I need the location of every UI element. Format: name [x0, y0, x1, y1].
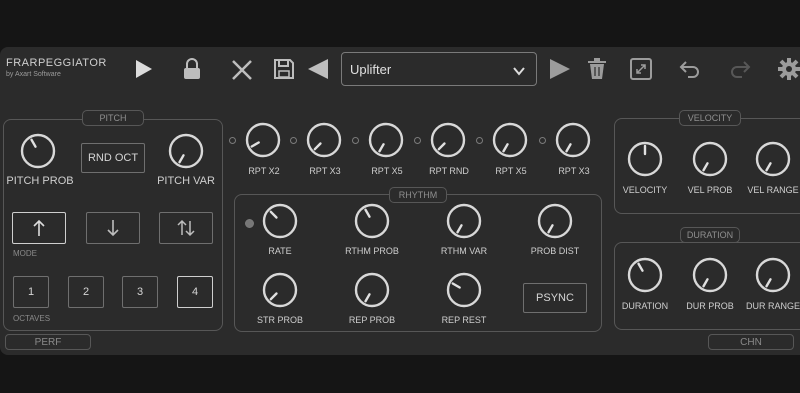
prob-dist-knob[interactable] [537, 203, 573, 244]
next-preset-icon[interactable] [547, 56, 573, 82]
rpt-x2-indicator [229, 137, 236, 144]
octave-1-button[interactable]: 1 [13, 276, 49, 308]
velocity-label: VELOCITY [622, 185, 668, 195]
rpt-x5b-label: RPT X5 [495, 166, 527, 176]
rhythm-title: RHYTHM [389, 187, 447, 203]
rep-rest-knob[interactable] [446, 272, 482, 313]
rthm-prob-label: RTHM PROB [345, 246, 399, 256]
arrow-down-icon [107, 220, 119, 237]
rate-knob[interactable] [262, 203, 298, 244]
rate-indicator [245, 219, 254, 228]
perf-tab[interactable]: PERF [5, 334, 91, 350]
octave-4-button[interactable]: 4 [177, 276, 213, 308]
preset-select[interactable]: Uplifter [341, 52, 537, 86]
rthm-prob-knob[interactable] [354, 203, 390, 244]
mode-down-button[interactable] [86, 212, 140, 244]
psync-button[interactable]: PSYNC [523, 283, 587, 313]
resize-icon[interactable] [628, 56, 654, 82]
lock-icon[interactable] [179, 56, 205, 82]
arrow-updown-icon [177, 219, 195, 237]
arrow-up-icon [33, 219, 45, 236]
rthm-var-label: RTHM VAR [440, 246, 488, 256]
vel-range-label: VEL RANGE [747, 185, 799, 195]
chevron-down-icon [512, 63, 526, 81]
brand: FRARPEGGIATOR by Axart Software [6, 57, 107, 78]
mode-updown-button[interactable] [159, 212, 213, 244]
rpt-x2-knob[interactable] [245, 122, 281, 163]
chn-tab[interactable]: CHN [708, 334, 794, 350]
str-prob-knob[interactable] [262, 272, 298, 313]
mode-up-button[interactable] [12, 212, 66, 244]
rep-rest-label: REP REST [441, 315, 487, 325]
plugin-panel: FRARPEGGIATOR by Axart Software Uplifter [0, 47, 800, 355]
rpt-rnd-indicator [414, 137, 421, 144]
rpt-x3-label: RPT X3 [309, 166, 341, 176]
duration-label: DURATION [621, 301, 669, 311]
vel-range-knob[interactable] [755, 141, 791, 182]
close-icon[interactable] [229, 57, 255, 83]
octave-2-button[interactable]: 2 [68, 276, 104, 308]
velocity-knob[interactable] [627, 141, 663, 182]
rpt-x3-knob[interactable] [306, 122, 342, 163]
prev-preset-icon[interactable] [305, 56, 331, 82]
dur-prob-label: DUR PROB [686, 301, 734, 311]
duration-knob[interactable] [627, 257, 663, 298]
undo-icon[interactable] [677, 56, 703, 82]
mode-label: MODE [13, 249, 37, 258]
octave-3-button[interactable]: 3 [122, 276, 158, 308]
app-title: FRARPEGGIATOR [6, 57, 107, 69]
pitch-prob-knob[interactable] [20, 133, 56, 174]
play-icon[interactable] [130, 56, 156, 82]
rpt-x3b-label: RPT X3 [558, 166, 590, 176]
vel-prob-knob[interactable] [692, 141, 728, 182]
rpt-x2-label: RPT X2 [248, 166, 280, 176]
gear-icon[interactable] [776, 56, 800, 82]
velocity-title: VELOCITY [679, 110, 741, 126]
redo-icon[interactable] [727, 56, 753, 82]
pitch-title: PITCH [82, 110, 144, 126]
pitch-var-label: PITCH VAR [157, 175, 215, 187]
rpt-x3b-indicator [539, 137, 546, 144]
pitch-prob-label: PITCH PROB [6, 175, 74, 187]
rpt-x5b-knob[interactable] [492, 122, 528, 163]
rep-prob-label: REP PROB [348, 315, 396, 325]
dur-range-label: DUR RANGE [745, 301, 800, 311]
rpt-x3-indicator [290, 137, 297, 144]
pitch-var-knob[interactable] [168, 133, 204, 174]
preset-name: Uplifter [350, 62, 392, 77]
rpt-rnd-knob[interactable] [430, 122, 466, 163]
app-subtitle: by Axart Software [6, 71, 61, 78]
rpt-x5b-indicator [476, 137, 483, 144]
dur-range-knob[interactable] [755, 257, 791, 298]
prob-dist-label: PROB DIST [530, 246, 580, 256]
str-prob-label: STR PROB [256, 315, 303, 325]
rpt-x3b-knob[interactable] [555, 122, 591, 163]
rthm-var-knob[interactable] [446, 203, 482, 244]
dur-prob-knob[interactable] [692, 257, 728, 298]
rpt-x5-label: RPT X5 [371, 166, 403, 176]
rpt-rnd-label: RPT RND [429, 166, 469, 176]
rate-label: RATE [268, 246, 292, 256]
rnd-oct-button[interactable]: RND OCT [81, 143, 145, 173]
rep-prob-knob[interactable] [354, 272, 390, 313]
trash-icon[interactable] [584, 56, 610, 82]
vel-prob-label: VEL PROB [687, 185, 733, 195]
octaves-label: OCTAVES [13, 314, 51, 323]
duration-title: DURATION [680, 227, 740, 243]
save-icon[interactable] [271, 56, 297, 82]
rpt-x5-indicator [352, 137, 359, 144]
rpt-x5-knob[interactable] [368, 122, 404, 163]
